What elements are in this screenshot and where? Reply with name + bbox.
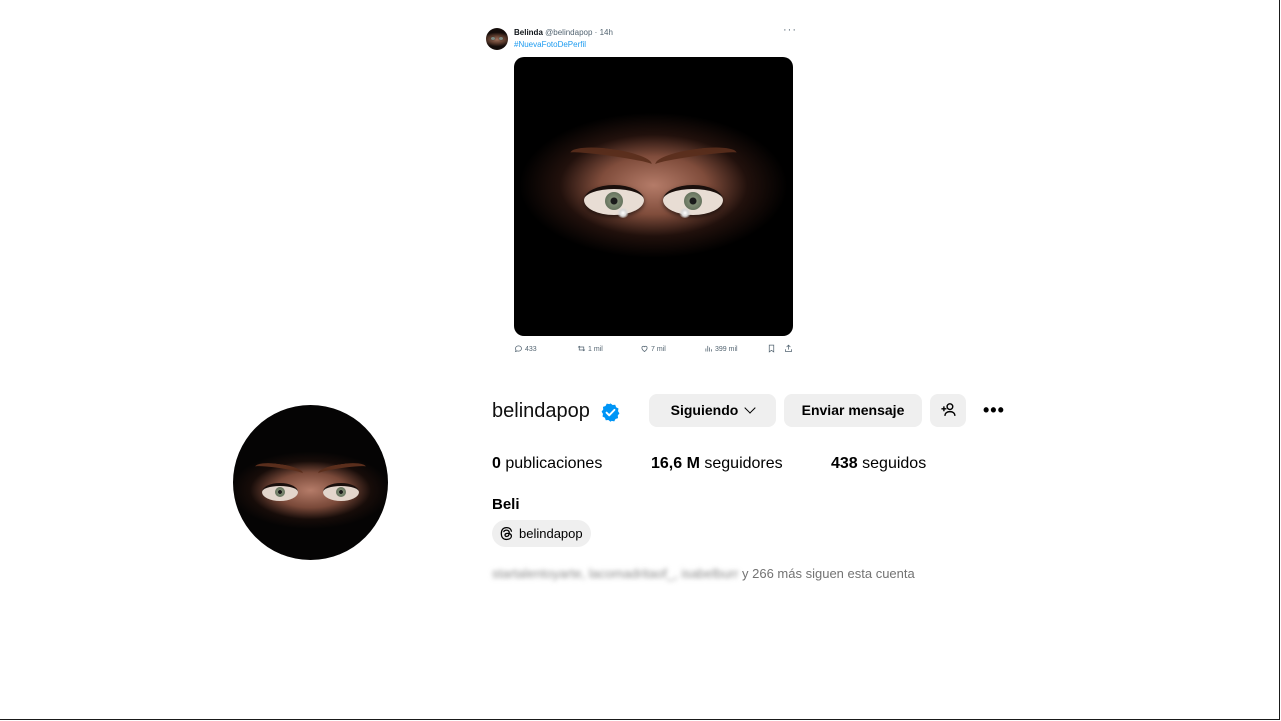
tweet-hashtag-link[interactable]: #NuevaFotoDePerfil [514, 40, 586, 49]
following-button[interactable]: Siguiendo [649, 394, 776, 427]
send-message-button[interactable]: Enviar mensaje [784, 394, 922, 427]
chevron-down-icon [744, 402, 756, 414]
tweet-author-handle[interactable]: @belindapop [545, 28, 592, 37]
tweet-author-avatar[interactable] [486, 28, 508, 50]
threads-handle: belindapop [519, 526, 583, 541]
avatar-left-eye [262, 482, 299, 501]
tweet-media-right-glitter [678, 207, 691, 218]
posts-stat: 0 publicaciones [492, 455, 602, 473]
views-icon [705, 345, 712, 352]
threads-link[interactable]: belindapop [492, 520, 591, 547]
retweet-button[interactable]: 1 mil [577, 344, 603, 353]
followers-stat[interactable]: 16,6 M seguidores [651, 455, 783, 473]
views-button[interactable]: 399 mil [704, 344, 738, 353]
suggested-accounts-button[interactable] [930, 394, 966, 427]
following-label: seguidos [862, 455, 927, 472]
retweet-count: 1 mil [588, 346, 603, 353]
tweet-more-button[interactable]: ··· [783, 24, 797, 36]
avatar-right-eye [322, 482, 359, 501]
tweet-author-name[interactable]: Belinda [514, 28, 543, 37]
like-icon [641, 345, 648, 352]
tweet-media-left-glitter [617, 207, 630, 218]
share-icon [785, 344, 792, 352]
following-count: 438 [831, 455, 858, 472]
following-button-label: Siguiendo [670, 402, 739, 418]
profile-username: belindapop [492, 400, 590, 422]
following-stat[interactable]: 438 seguidos [831, 455, 926, 473]
followers-label: seguidores [704, 455, 783, 472]
tweet-separator: · [594, 28, 598, 37]
retweet-icon [577, 345, 586, 352]
followed-by-names: startalentoyarte, lacomadritaof_, isabel… [492, 566, 739, 581]
share-button[interactable] [784, 344, 795, 353]
avatar-right-iris [335, 487, 346, 497]
reply-count: 433 [525, 346, 537, 353]
profile-avatar[interactable] [233, 405, 388, 560]
profile-full-name: Beli [492, 496, 520, 513]
tweet-header: Belinda @belindapop · 14h [514, 28, 613, 38]
tweet-media-face-glow [514, 57, 793, 336]
posts-label: publicaciones [505, 455, 603, 472]
tweet-card[interactable]: Belinda @belindapop · 14h ··· #NuevaFoto… [486, 24, 798, 361]
like-count: 7 mil [651, 346, 666, 353]
verified-badge-icon [601, 403, 620, 422]
tweet-time[interactable]: 14h [600, 28, 613, 37]
bookmark-button[interactable] [767, 344, 778, 353]
followed-by-suffix: y 266 más siguen esta cuenta [738, 566, 915, 581]
avatar-left-iris [275, 487, 286, 497]
avatar-face-glow [233, 405, 388, 560]
threads-icon [500, 526, 513, 541]
followers-count: 16,6 M [651, 455, 700, 472]
like-button[interactable]: 7 mil [640, 344, 666, 353]
tweet-media-left-eye [583, 185, 644, 216]
tweet-media-image[interactable] [514, 57, 793, 336]
add-person-icon [940, 403, 956, 416]
views-count: 399 mil [715, 346, 738, 353]
bookmark-icon [768, 344, 775, 353]
reply-button[interactable]: 433 [514, 344, 537, 353]
profile-options-button[interactable]: ••• [983, 400, 1009, 420]
posts-count: 0 [492, 455, 501, 472]
reply-icon [514, 345, 522, 353]
tweet-action-bar: 433 1 mil 7 mil 399 mil [514, 344, 796, 356]
followed-by-text[interactable]: startalentoyarte, lacomadritaof_, isabel… [492, 566, 915, 581]
